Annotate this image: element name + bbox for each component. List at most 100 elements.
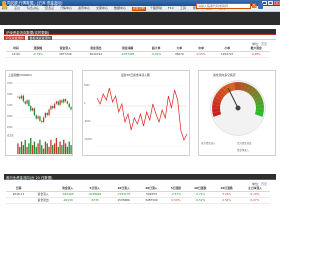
flow-axis-label: 0 (84, 102, 86, 105)
candle (48, 109, 50, 116)
volume-bar (66, 146, 69, 154)
cell-inflow: 3977249 (59, 52, 72, 56)
volume-label: 成交量 (7, 134, 14, 137)
cell-mid-order: 0.55% (196, 52, 206, 56)
section-title: 各行业资金流向(近 20 日数据) (6, 175, 53, 180)
volume-bar (37, 143, 39, 154)
candle (63, 99, 65, 103)
volume-bar (19, 146, 21, 154)
market-flow-table: 时间 涨跌幅 资金流入 资金流出 资金净额 超大单 大单 中单 小单 散户资金 … (6, 46, 270, 58)
candle (52, 106, 54, 109)
candle (50, 106, 52, 110)
volume-bar (50, 139, 52, 154)
candle (37, 116, 39, 119)
candle (26, 100, 28, 104)
menu-item-trade[interactable]: 交易中心 (96, 7, 108, 10)
candle (19, 96, 21, 99)
volume-bar (41, 145, 43, 154)
flow-axis-label: 5000 (84, 84, 90, 87)
price-axis-label: 3200 (7, 93, 13, 96)
cell-5d-change: 0.50% (171, 198, 181, 202)
legend-inflow: 多方资金流入 (201, 142, 216, 145)
candle (46, 112, 48, 116)
cell-10d-change: -0.52% (195, 198, 206, 202)
volume-bar (70, 145, 72, 154)
stock-search-input[interactable] (196, 3, 251, 9)
industry-flow-table: 日期 资金流入 5日流入 10日流入 20日流入 5日涨跌 10日涨跌 20日涨… (6, 186, 270, 204)
candle (31, 108, 34, 111)
menu-item-fund-flow[interactable]: 资金流向 (132, 6, 146, 11)
cell-type: 资金流出 (37, 198, 49, 202)
volume-bar (28, 143, 30, 154)
candle (39, 116, 41, 121)
minimize-icon: _ (263, 1, 266, 5)
volume-bar (17, 143, 19, 154)
volume-bar (61, 145, 63, 154)
candle (28, 100, 30, 106)
candle (42, 117, 45, 123)
volume-bar (68, 141, 70, 154)
gauge-hub (235, 105, 241, 111)
volume-bar (35, 146, 37, 154)
candle (70, 107, 72, 110)
candle (22, 95, 25, 102)
section-title: 沪深资金流向数据(实时更新) (6, 30, 50, 35)
price-axis-label: 3100 (7, 104, 13, 107)
bull-bear-gauge: 资金流向多空情况 多方资金流入 空方资金流出 资金净流入 (198, 70, 276, 156)
candle (66, 101, 69, 104)
candle (30, 106, 32, 111)
legend-outflow: 空方资金流出 (237, 142, 252, 145)
unit-label: 单位：万元 (251, 41, 267, 46)
close-button[interactable]: × (274, 1, 280, 5)
volume-bar (64, 143, 67, 154)
candle (57, 101, 59, 105)
volume-bar (55, 138, 58, 154)
flow-plot (96, 85, 188, 147)
search-icon[interactable] (252, 3, 257, 9)
price-axis-label: 2900 (7, 126, 13, 129)
price-axis-label: 3300 (7, 82, 13, 85)
close-icon: × (275, 1, 279, 5)
breadcrumb-bar (0, 11, 280, 25)
volume-bar (42, 148, 45, 154)
candle (61, 100, 63, 103)
cell-xl-order: -0.91% (151, 52, 162, 56)
cell-large-order: 35070 (174, 52, 184, 56)
cell-retail: 0.48% (251, 52, 261, 56)
cell-10d-inflow: 1535686 (117, 198, 130, 202)
breadcrumb-market[interactable]: 沪深市场 (28, 4, 43, 9)
cell-date (6, 198, 31, 204)
menu-item-f10[interactable]: F10 (168, 7, 174, 10)
menu-item-data[interactable]: 数据中心 (114, 7, 126, 10)
maximize-button[interactable]: □ (268, 1, 273, 5)
cell-small-order: 1202727 (221, 52, 234, 56)
gauge-dial (210, 80, 266, 136)
menu-item-news[interactable]: 资讯中心 (78, 7, 90, 10)
menu-item-tools[interactable]: 工具 (180, 7, 186, 10)
candle (53, 103, 56, 109)
breadcrumb: 数据中心›沪深市场›上证资金 (9, 4, 62, 10)
volume-bar (20, 141, 23, 154)
volume-bar (24, 139, 26, 154)
candle (68, 103, 70, 108)
table-row: 15:00 -0.79% 3977249 5034744 -1057495 -0… (6, 52, 270, 58)
volume-bar (52, 145, 54, 154)
home-logo-icon[interactable] (2, 3, 7, 9)
candle (33, 108, 36, 116)
share-icon[interactable] (258, 3, 263, 9)
cell-20d-change: 2.54% (222, 198, 232, 202)
candle (55, 101, 58, 104)
menu-item-stock-alerts[interactable]: 个股异动 (150, 7, 162, 10)
volume-bar (57, 146, 59, 154)
net-inflow-chart: 最新30日资金净流入图 5000 0 -5000 -10000 (82, 70, 190, 156)
candle (20, 95, 23, 99)
volume-bar (46, 143, 48, 154)
index-kline-chart: 上证指数(000001) 3300 3200 3100 3000 2900 成交… (5, 70, 73, 156)
kline-plot (17, 82, 72, 155)
candle (24, 101, 26, 104)
breadcrumb-data-center[interactable]: 数据中心 (9, 4, 24, 9)
legend-net-inflow: 资金净流入 (237, 149, 249, 152)
gauge-title: 资金流向多空情况 (213, 72, 236, 77)
breadcrumb-shanghai-fund[interactable]: 上证资金 (46, 4, 61, 9)
volume-bar (63, 139, 65, 154)
